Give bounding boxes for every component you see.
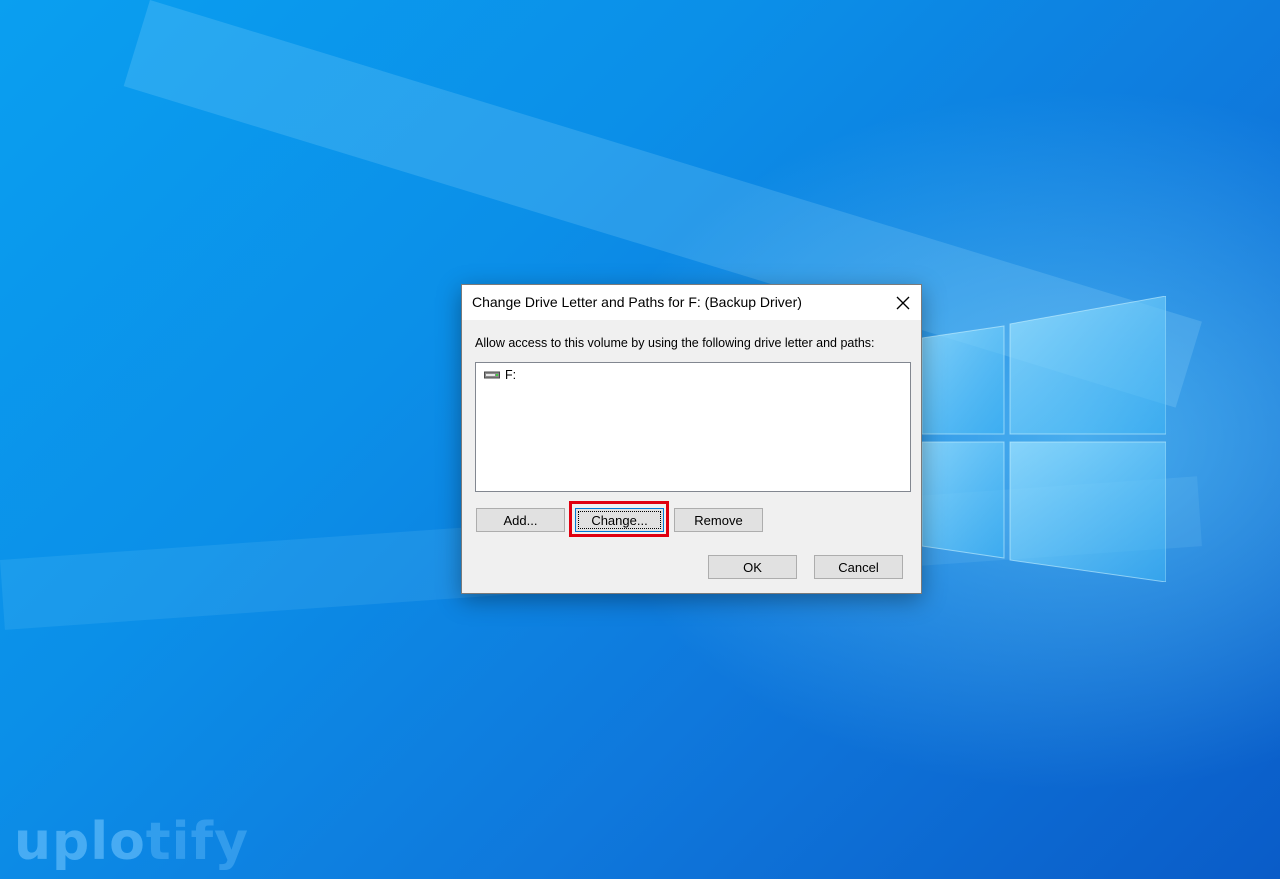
watermark-logo-part: uplo <box>14 812 146 872</box>
close-button[interactable] <box>885 285 921 320</box>
cancel-button[interactable]: Cancel <box>814 555 903 579</box>
close-icon <box>896 296 910 309</box>
drive-paths-listbox[interactable]: F: <box>475 362 911 492</box>
dialog-title: Change Drive Letter and Paths for F: (Ba… <box>472 294 802 310</box>
dialog-titlebar[interactable]: Change Drive Letter and Paths for F: (Ba… <box>462 285 921 320</box>
change-button[interactable]: Change... <box>575 508 664 532</box>
instruction-label: Allow access to this volume by using the… <box>475 336 875 350</box>
watermark-logo: uplotify <box>14 812 249 872</box>
watermark-logo-part: tify <box>145 812 249 872</box>
ok-button[interactable]: OK <box>708 555 797 579</box>
drive-icon <box>484 371 500 379</box>
change-drive-letter-dialog: Change Drive Letter and Paths for F: (Ba… <box>461 284 922 594</box>
add-button[interactable]: Add... <box>476 508 565 532</box>
list-item-label: F: <box>505 368 517 382</box>
windows-logo-icon <box>922 296 1166 582</box>
list-item[interactable]: F: <box>484 368 516 382</box>
remove-button[interactable]: Remove <box>674 508 763 532</box>
